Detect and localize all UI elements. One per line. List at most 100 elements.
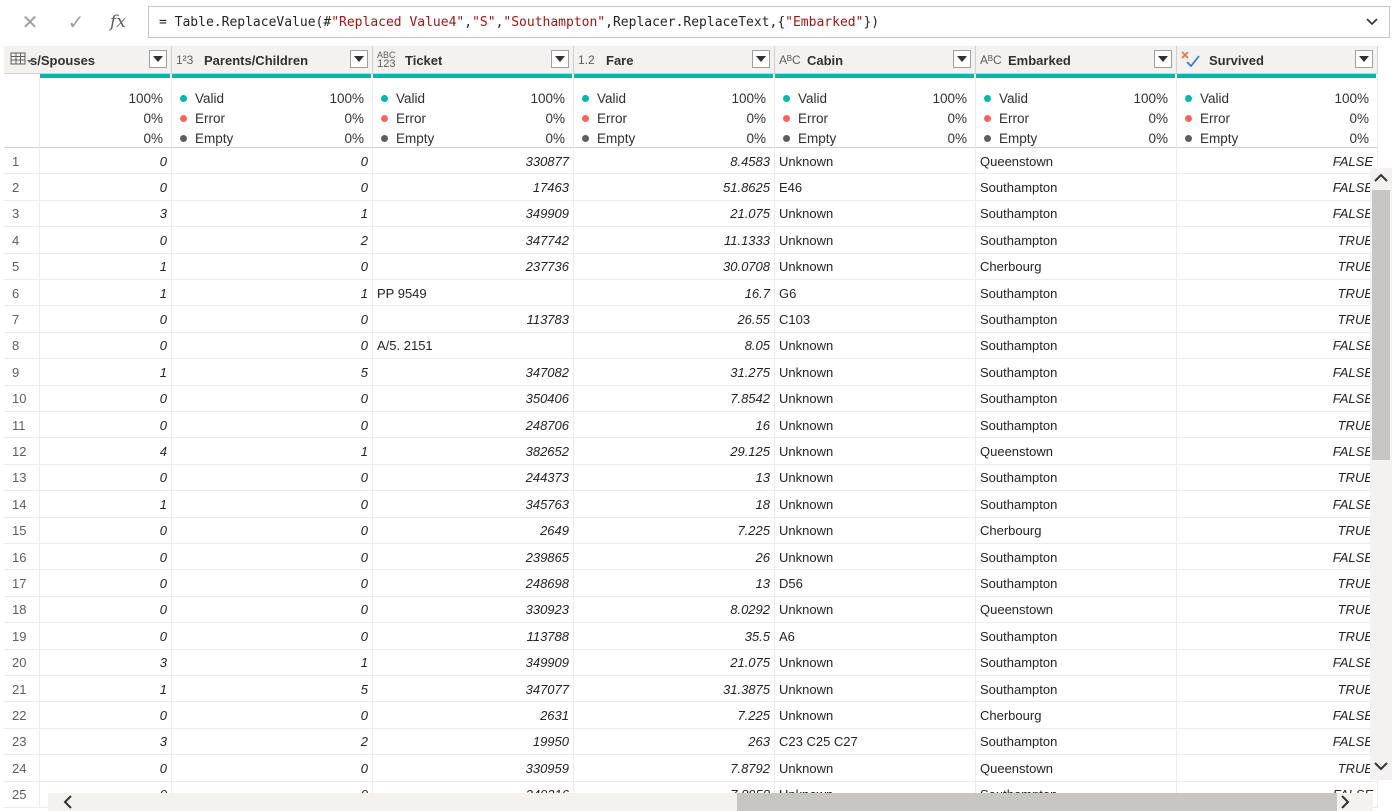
cell-s-spouses[interactable]: 0 — [40, 385, 172, 412]
cell-parents-children[interactable]: 0 — [172, 464, 373, 492]
table-row[interactable]: 24 0 0 330959 7.8792 Unknown Queenstown TRUE — [4, 755, 1378, 782]
cell-ticket[interactable]: 350406 — [373, 385, 574, 412]
cell-survived[interactable]: TRUE — [1177, 623, 1378, 650]
table-row[interactable]: 4 0 2 347742 11.1333 Unknown Southampton TRUE — [4, 227, 1378, 254]
cell-embarked[interactable]: Southampton — [976, 280, 1177, 307]
cell-parents-children[interactable]: 1 — [172, 280, 373, 307]
cell-fare[interactable]: 7.225 — [574, 702, 775, 729]
cell-ticket[interactable]: 382652 — [373, 438, 574, 465]
cell-survived[interactable]: TRUE — [1177, 517, 1378, 544]
cell-s-spouses[interactable]: 0 — [40, 174, 172, 201]
cell-fare[interactable]: 16 — [574, 412, 775, 439]
cell-fare[interactable]: 7.8542 — [574, 385, 775, 412]
column-header-s-spouses[interactable]: s/Spouses — [4, 46, 172, 74]
cell-parents-children[interactable]: 0 — [172, 702, 373, 729]
cell-cabin[interactable]: C103 — [775, 306, 976, 333]
cancel-formula-icon[interactable]: ✕ — [12, 8, 48, 36]
column-header-cabin[interactable]: AᴮC Cabin — [775, 46, 976, 74]
cell-parents-children[interactable]: 5 — [172, 359, 373, 386]
table-row[interactable]: 10 0 0 350406 7.8542 Unknown Southampton FALSE — [4, 385, 1378, 412]
cell-parents-children[interactable]: 0 — [172, 174, 373, 201]
cell-cabin[interactable]: Unknown — [775, 332, 976, 360]
cell-parents-children[interactable]: 0 — [172, 332, 373, 360]
cell-cabin[interactable]: Unknown — [775, 596, 976, 624]
cell-ticket[interactable]: 17463 — [373, 174, 574, 201]
table-row[interactable]: 2 0 0 17463 51.8625 E46 Southampton FALSE — [4, 174, 1378, 201]
table-row[interactable]: 13 0 0 244373 13 Unknown Southampton TRUE — [4, 464, 1378, 492]
cell-cabin[interactable]: Unknown — [775, 517, 976, 544]
cell-s-spouses[interactable]: 0 — [40, 702, 172, 729]
filter-dropdown-icon[interactable] — [350, 50, 368, 68]
cell-s-spouses[interactable]: 1 — [40, 359, 172, 386]
cell-ticket[interactable]: 248706 — [373, 412, 574, 439]
formula-input[interactable]: = Table.ReplaceValue(# "Replaced Value4",… — [148, 6, 1390, 38]
cell-embarked[interactable]: Southampton — [976, 227, 1177, 254]
cell-parents-children[interactable]: 0 — [172, 755, 373, 782]
scroll-right-icon[interactable] — [1336, 793, 1354, 811]
cell-ticket[interactable]: 347742 — [373, 227, 574, 254]
cell-embarked[interactable]: Cherbourg — [976, 253, 1177, 280]
cell-s-spouses[interactable]: 0 — [40, 464, 172, 492]
cell-survived[interactable]: FALSE — [1177, 148, 1378, 175]
filter-dropdown-icon[interactable] — [1154, 50, 1172, 68]
cell-s-spouses[interactable]: 0 — [40, 332, 172, 360]
cell-parents-children[interactable]: 0 — [172, 253, 373, 280]
cell-ticket[interactable]: A/5. 2151 — [373, 332, 574, 360]
cell-ticket[interactable]: 248698 — [373, 570, 574, 597]
table-row[interactable]: 1 0 0 330877 8.4583 Unknown Queenstown FALSE — [4, 148, 1378, 175]
cell-s-spouses[interactable]: 0 — [40, 596, 172, 624]
vertical-scroll-thumb[interactable] — [1372, 190, 1390, 460]
cell-cabin[interactable]: Unknown — [775, 385, 976, 412]
cell-embarked[interactable]: Southampton — [976, 332, 1177, 360]
cell-s-spouses[interactable]: 4 — [40, 438, 172, 465]
cell-ticket[interactable]: 113788 — [373, 623, 574, 650]
filter-dropdown-icon[interactable] — [1355, 50, 1373, 68]
cell-parents-children[interactable]: 1 — [172, 200, 373, 228]
table-menu-icon[interactable] — [10, 52, 32, 69]
cell-fare[interactable]: 8.05 — [574, 332, 775, 360]
filter-dropdown-icon[interactable] — [953, 50, 971, 68]
cell-embarked[interactable]: Queenstown — [976, 755, 1177, 782]
cell-embarked[interactable]: Southampton — [976, 676, 1177, 703]
cell-survived[interactable]: FALSE — [1177, 728, 1378, 756]
cell-ticket[interactable]: PP 9549 — [373, 280, 574, 307]
cell-survived[interactable]: TRUE — [1177, 676, 1378, 703]
cell-survived[interactable]: FALSE — [1177, 200, 1378, 228]
column-header-embarked[interactable]: AᴮC Embarked — [976, 46, 1177, 74]
cell-survived[interactable]: TRUE — [1177, 280, 1378, 307]
cell-embarked[interactable]: Cherbourg — [976, 517, 1177, 544]
column-header-parents-children[interactable]: 1²3 Parents/Children — [172, 46, 373, 74]
cell-ticket[interactable]: 330877 — [373, 148, 574, 175]
cell-embarked[interactable]: Cherbourg — [976, 702, 1177, 729]
cell-ticket[interactable]: 347082 — [373, 359, 574, 386]
decimal-icon[interactable]: 1.2 — [578, 53, 600, 67]
cell-fare[interactable]: 21.075 — [574, 200, 775, 228]
cell-parents-children[interactable]: 5 — [172, 676, 373, 703]
cell-cabin[interactable]: Unknown — [775, 755, 976, 782]
cell-s-spouses[interactable]: 0 — [40, 544, 172, 571]
cell-embarked[interactable]: Southampton — [976, 385, 1177, 412]
filter-dropdown-icon[interactable] — [149, 50, 167, 68]
whole-number-icon[interactable]: 1²3 — [176, 53, 198, 67]
cell-survived[interactable]: TRUE — [1177, 412, 1378, 439]
cell-s-spouses[interactable]: 0 — [40, 755, 172, 782]
cell-cabin[interactable]: E46 — [775, 174, 976, 201]
cell-parents-children[interactable]: 0 — [172, 544, 373, 571]
cell-fare[interactable]: 29.125 — [574, 438, 775, 465]
cell-fare[interactable]: 7.8792 — [574, 755, 775, 782]
cell-embarked[interactable]: Southampton — [976, 623, 1177, 650]
cell-s-spouses[interactable]: 3 — [40, 200, 172, 228]
cell-fare[interactable]: 35.5 — [574, 623, 775, 650]
cell-s-spouses[interactable]: 3 — [40, 728, 172, 756]
cell-cabin[interactable]: Unknown — [775, 412, 976, 439]
cell-fare[interactable]: 18 — [574, 491, 775, 518]
cell-embarked[interactable]: Queenstown — [976, 148, 1177, 175]
cell-cabin[interactable]: D56 — [775, 570, 976, 597]
cell-survived[interactable]: FALSE — [1177, 702, 1378, 729]
cell-survived[interactable]: TRUE — [1177, 253, 1378, 280]
cell-s-spouses[interactable]: 0 — [40, 148, 172, 175]
cell-ticket[interactable]: 19950 — [373, 728, 574, 756]
cell-embarked[interactable]: Southampton — [976, 464, 1177, 492]
table-row[interactable]: 18 0 0 330923 8.0292 Unknown Queenstown TRUE — [4, 596, 1378, 624]
cell-fare[interactable]: 31.3875 — [574, 676, 775, 703]
